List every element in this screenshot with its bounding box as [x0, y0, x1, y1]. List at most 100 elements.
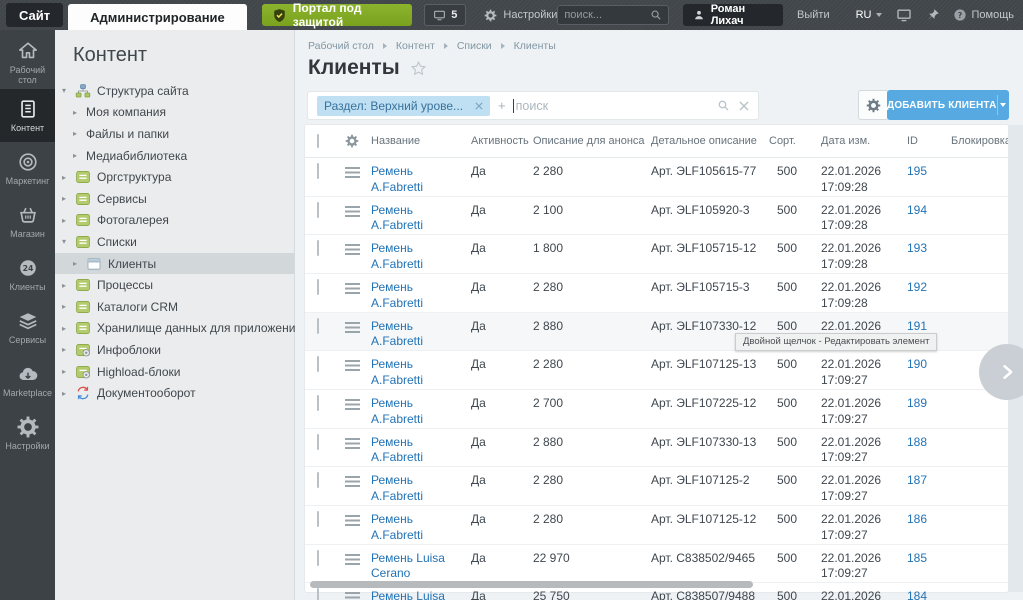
row-id-link[interactable]: 193 [907, 241, 951, 273]
row-checkbox[interactable] [317, 395, 319, 411]
row-id-link[interactable]: 194 [907, 203, 951, 235]
row-id-link[interactable]: 184 [907, 589, 951, 600]
tab-administration[interactable]: Администрирование [68, 4, 247, 30]
tree-item[interactable]: ▸ Процессы [55, 274, 294, 296]
tree-expand-arrow-icon[interactable]: ▸ [73, 129, 86, 138]
tree-expand-arrow-icon[interactable]: ▸ [62, 194, 75, 203]
row-menu-icon[interactable] [345, 399, 360, 410]
filter-clear-icon[interactable] [739, 101, 749, 111]
column-header-sort[interactable]: Сорт. [769, 135, 821, 147]
row-name-link[interactable]: Ремень A.Fabretti [371, 435, 471, 467]
row-id-link[interactable]: 195 [907, 164, 951, 196]
breadcrumb-item[interactable]: Клиенты [514, 40, 556, 52]
tree-expand-arrow-icon[interactable]: ▸ [73, 151, 86, 160]
tree-expand-arrow-icon[interactable]: ▸ [62, 324, 75, 333]
tree-item[interactable]: ▾ Списки [55, 231, 294, 253]
row-menu-icon[interactable] [345, 167, 360, 178]
sidebar-item[interactable]: 24 Клиенты [0, 248, 55, 301]
row-checkbox[interactable] [317, 550, 319, 566]
tree-item[interactable]: ▸ Оргструктура [55, 166, 294, 188]
tree-item[interactable]: ▸ Файлы и папки [55, 123, 294, 145]
tree-item[interactable]: ▾ Структура сайта [55, 80, 294, 102]
row-checkbox[interactable] [317, 434, 319, 450]
row-menu-icon[interactable] [345, 592, 360, 600]
columns-gear-icon[interactable] [345, 134, 359, 148]
row-menu-icon[interactable] [345, 244, 360, 255]
chip-remove-icon[interactable] [475, 102, 483, 110]
tree-expand-arrow-icon[interactable]: ▸ [62, 389, 75, 398]
add-client-dropdown[interactable] [997, 90, 1009, 120]
tree-item[interactable]: ▸ Каталоги CRM [55, 296, 294, 318]
filter-search-bar[interactable]: Раздел: Верхний урове... + поиск [307, 91, 759, 120]
sidebar-item[interactable]: Настройки [0, 407, 55, 460]
row-checkbox[interactable] [317, 163, 319, 179]
tree-item[interactable]: ▸ Документооборот [55, 382, 294, 404]
row-name-link[interactable]: Ремень Luisa Cerano [371, 551, 471, 583]
column-header-date[interactable]: Дата изм. [821, 135, 907, 147]
logout-link[interactable]: Выйти [797, 9, 830, 21]
tree-expand-arrow-icon[interactable]: ▸ [62, 216, 75, 225]
row-checkbox[interactable] [317, 588, 319, 600]
tree-item[interactable]: ▸ Моя компания [55, 102, 294, 124]
topbar-settings[interactable]: Настройки [484, 9, 557, 22]
row-name-link[interactable]: Ремень A.Fabretti [371, 357, 471, 389]
tab-site[interactable]: Сайт [6, 3, 63, 27]
row-menu-icon[interactable] [345, 206, 360, 217]
language-selector[interactable]: RU [856, 9, 882, 21]
pin-icon[interactable] [926, 8, 940, 22]
row-menu-icon[interactable] [345, 283, 360, 294]
sidebar-item[interactable]: Контент [0, 89, 55, 142]
tree-item[interactable]: ▸ Хранилище данных для приложений [55, 318, 294, 340]
grid-settings-button[interactable] [858, 90, 889, 120]
column-header-detail[interactable]: Детальное описание [651, 135, 769, 147]
sidebar-item[interactable]: Маркетинг [0, 142, 55, 195]
tree-expand-arrow-icon[interactable]: ▸ [73, 259, 86, 268]
row-name-link[interactable]: Ремень A.Fabretti [371, 396, 471, 428]
tree-item[interactable]: ▸ Фотогалерея [55, 210, 294, 232]
breadcrumb-item[interactable]: Списки [457, 40, 514, 52]
filter-add-label[interactable]: + [498, 98, 506, 113]
row-name-link[interactable]: Ремень A.Fabretti [371, 473, 471, 505]
row-checkbox[interactable] [317, 202, 319, 218]
row-id-link[interactable]: 185 [907, 551, 951, 583]
row-id-link[interactable]: 188 [907, 435, 951, 467]
row-name-link[interactable]: Ремень A.Fabretti [371, 319, 471, 351]
filter-chip[interactable]: Раздел: Верхний урове... [317, 96, 490, 116]
row-id-link[interactable]: 192 [907, 280, 951, 312]
row-menu-icon[interactable] [345, 360, 360, 371]
row-name-link[interactable]: Ремень Luisa Cerano [371, 589, 471, 600]
tree-expand-arrow-icon[interactable]: ▸ [62, 302, 75, 311]
row-name-link[interactable]: Ремень A.Fabretti [371, 203, 471, 235]
tree-item[interactable]: ▸ Сервисы [55, 188, 294, 210]
tree-expand-arrow-icon[interactable]: ▸ [62, 281, 75, 290]
filter-search-icon[interactable] [717, 99, 730, 112]
sidebar-item[interactable]: Магазин [0, 195, 55, 248]
column-header-id[interactable]: ID [907, 135, 951, 147]
tree-expand-arrow-icon[interactable]: ▸ [62, 173, 75, 182]
row-menu-icon[interactable] [345, 322, 360, 333]
tree-item[interactable]: ▸ Клиенты [55, 253, 294, 275]
select-all-checkbox[interactable] [317, 134, 319, 148]
breadcrumb-item[interactable]: Рабочий стол [308, 40, 396, 52]
row-checkbox[interactable] [317, 240, 319, 256]
tree-expand-arrow-icon[interactable]: ▸ [62, 367, 75, 376]
row-name-link[interactable]: Ремень A.Fabretti [371, 241, 471, 273]
tree-expand-arrow-icon[interactable]: ▾ [62, 86, 75, 95]
tree-expand-arrow-icon[interactable]: ▾ [62, 237, 75, 246]
user-menu-button[interactable]: Роман Лихач [683, 4, 783, 26]
sidebar-item[interactable]: Рабочий стол [0, 36, 55, 89]
horizontal-scrollbar-thumb[interactable] [310, 581, 753, 588]
tree-expand-arrow-icon[interactable]: ▸ [73, 108, 86, 117]
column-header-anons[interactable]: Описание для анонса [533, 135, 651, 147]
row-menu-icon[interactable] [345, 476, 360, 487]
row-id-link[interactable]: 190 [907, 357, 951, 389]
help-button[interactable]: ? Помощь [953, 8, 1015, 22]
row-id-link[interactable]: 187 [907, 473, 951, 505]
portal-protected-button[interactable]: Портал под защитой [262, 4, 413, 26]
notifications-badge[interactable]: 5 [424, 4, 466, 26]
add-client-label[interactable]: ДОБАВИТЬ КЛИЕНТА [887, 90, 997, 120]
tree-expand-arrow-icon[interactable]: ▸ [62, 345, 75, 354]
row-name-link[interactable]: Ремень A.Fabretti [371, 280, 471, 312]
tree-item[interactable]: ▸ Медиабиблиотека [55, 145, 294, 167]
column-header-name[interactable]: Название [371, 135, 471, 147]
